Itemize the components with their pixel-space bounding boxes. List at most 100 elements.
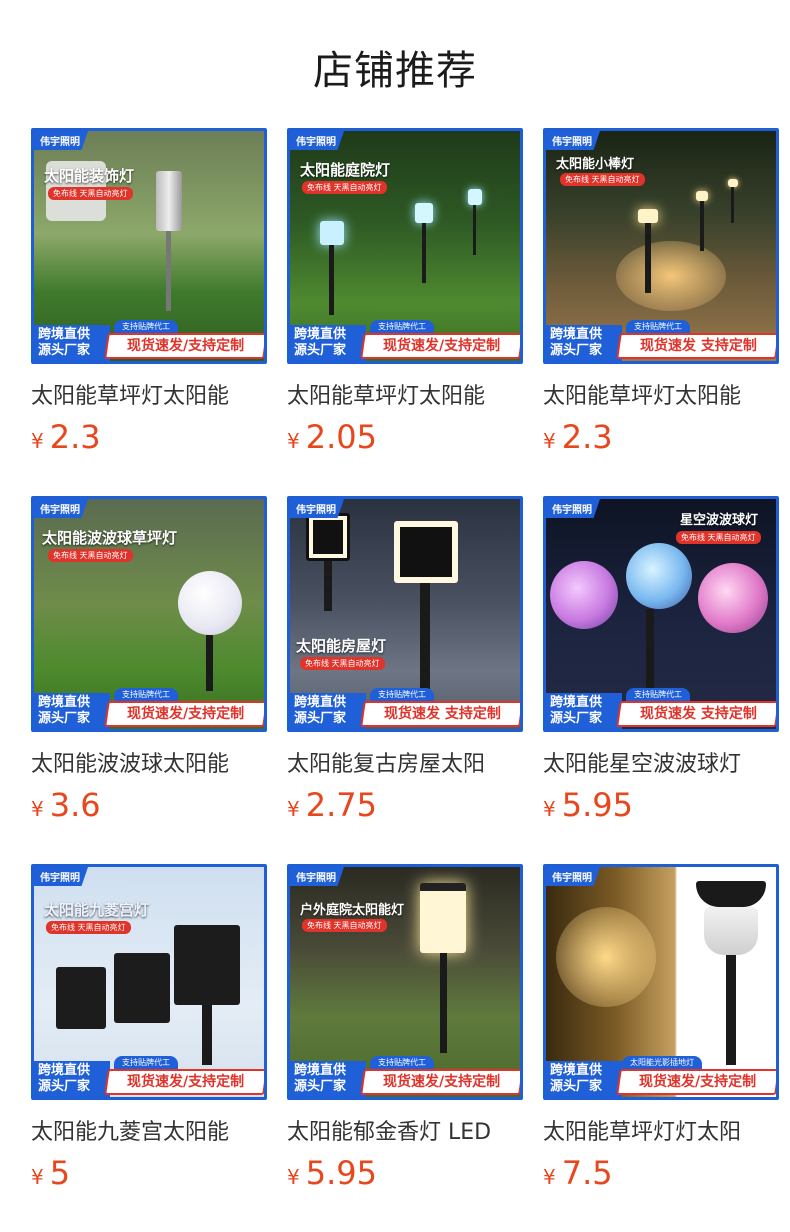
image-title: 太阳能小棒灯 [556,157,635,172]
product-image[interactable]: 伟宇照明 星空波波球灯 免布线 天黑自动亮灯 支持贴牌代工 跨境直供 源头厂家 现… [543,496,779,732]
image-subtitle: 免布线 天黑自动亮灯 [48,187,133,200]
promo-left-line1: 跨境直供 [294,695,347,710]
promo-small-label: 支持贴牌代工 [370,1056,434,1069]
product-name[interactable]: 太阳能复古房屋太阳 [287,746,523,778]
page-title: 店铺推荐 [313,48,477,94]
product-name[interactable]: 太阳能草坪灯太阳能 [31,378,267,410]
price-value: 2.3 [561,418,613,456]
promo-small-label: 支持贴牌代工 [370,320,434,333]
price-value: 2.3 [49,418,101,456]
promo-right: 现货速发 支持定制 [616,701,776,727]
promo-left: 跨境直供 源头厂家 [546,325,622,361]
promo-small-label: 支持贴牌代工 [370,688,434,701]
promo-left: 跨境直供 源头厂家 [34,1061,110,1097]
promo-left-line2: 源头厂家 [550,343,603,358]
product-name[interactable]: 太阳能郁金香灯 LED [287,1114,523,1146]
product-name[interactable]: 太阳能草坪灯太阳能 [287,378,523,410]
promo-left-line1: 跨境直供 [550,1063,603,1078]
product-card[interactable]: 伟宇照明 太阳能庭院灯 免布线 天黑自动亮灯 支持贴牌代工 跨境直供 源头厂家 现… [287,128,523,456]
image-subtitle: 免布线 天黑自动亮灯 [560,173,645,186]
promo-right: 现货速发/支持定制 [104,1069,264,1095]
promo-left-line1: 跨境直供 [294,1063,347,1078]
image-subtitle: 免布线 天黑自动亮灯 [46,921,131,934]
price-value: 2.75 [305,786,377,824]
product-price: ¥7.5 [543,1154,613,1192]
promo-right-label: 现货速发/支持定制 [383,338,501,354]
product-card[interactable]: 伟宇照明 太阳能小棒灯 免布线 天黑自动亮灯 支持贴牌代工 跨境直供 源头厂家 现… [543,128,779,456]
image-subtitle: 免布线 天黑自动亮灯 [48,549,133,562]
image-title: 太阳能九菱宫灯 [44,901,150,919]
promo-right-label: 现货速发/支持定制 [383,1074,501,1090]
product-card[interactable]: 伟宇照明 太阳能房屋灯 免布线 天黑自动亮灯 支持贴牌代工 跨境直供 源头厂家 现… [287,496,523,824]
promo-right-label: 现货速发 支持定制 [639,706,757,722]
promo-bar: 支持贴牌代工 跨境直供 源头厂家 现货速发/支持定制 [290,319,520,361]
product-card[interactable]: 伟宇照明 太阳能九菱宫灯 免布线 天黑自动亮灯 支持贴牌代工 跨境直供 源头厂家 … [31,864,267,1192]
brand-tag: 伟宇照明 [34,131,88,150]
promo-left-line2: 源头厂家 [38,343,91,358]
image-subtitle: 免布线 天黑自动亮灯 [300,657,385,670]
product-image[interactable]: 伟宇照明 太阳能光影插地灯 跨境直供 源头厂家 现货速发/支持定制 [543,864,779,1100]
promo-bar: 支持贴牌代工 跨境直供 源头厂家 现货速发 支持定制 [546,319,776,361]
promo-left-line2: 源头厂家 [38,711,91,726]
brand-tag: 伟宇照明 [546,499,600,518]
product-name[interactable]: 太阳能波波球太阳能 [31,746,267,778]
product-price: ¥5.95 [287,1154,377,1192]
image-subtitle: 免布线 天黑自动亮灯 [302,181,387,194]
promo-left: 跨境直供 源头厂家 [34,693,110,729]
brand-tag: 伟宇照明 [290,131,344,150]
product-name[interactable]: 太阳能草坪灯灯太阳 [543,1114,779,1146]
promo-left-line1: 跨境直供 [550,695,603,710]
product-name[interactable]: 太阳能星空波波球灯 [543,746,779,778]
price-value: 5.95 [305,1154,377,1192]
promo-left: 跨境直供 源头厂家 [290,1061,366,1097]
brand-tag: 伟宇照明 [290,867,344,886]
promo-right: 现货速发/支持定制 [616,1069,776,1095]
promo-right-label: 现货速发 支持定制 [383,706,501,722]
product-card[interactable]: 伟宇照明 太阳能装饰灯 免布线 天黑自动亮灯 支持贴牌代工 跨境直供 源头厂家 现… [31,128,267,456]
currency-symbol: ¥ [31,1165,44,1189]
promo-left: 跨境直供 源头厂家 [290,325,366,361]
brand-tag: 伟宇照明 [546,867,600,886]
image-subtitle: 免布线 天黑自动亮灯 [676,531,761,544]
promo-left-line2: 源头厂家 [38,1079,91,1094]
promo-bar: 支持贴牌代工 跨境直供 源头厂家 现货速发/支持定制 [34,687,264,729]
price-value: 2.05 [305,418,377,456]
promo-right: 现货速发 支持定制 [360,701,520,727]
brand-tag: 伟宇照明 [546,131,600,150]
promo-bar: 支持贴牌代工 跨境直供 源头厂家 现货速发 支持定制 [546,687,776,729]
product-card[interactable]: 伟宇照明 户外庭院太阳能灯 免布线 天黑自动亮灯 支持贴牌代工 跨境直供 源头厂家… [287,864,523,1192]
product-name[interactable]: 太阳能草坪灯太阳能 [543,378,779,410]
product-price: ¥2.75 [287,786,377,824]
promo-small-label: 支持贴牌代工 [114,320,178,333]
promo-right: 现货速发/支持定制 [360,333,520,359]
promo-right-label: 现货速发/支持定制 [127,1074,245,1090]
product-card[interactable]: 伟宇照明 星空波波球灯 免布线 天黑自动亮灯 支持贴牌代工 跨境直供 源头厂家 现… [543,496,779,824]
promo-left: 跨境直供 源头厂家 [290,693,366,729]
image-title: 太阳能房屋灯 [296,637,387,655]
promo-right-label: 现货速发/支持定制 [127,338,245,354]
product-image[interactable]: 伟宇照明 太阳能波波球草坪灯 免布线 天黑自动亮灯 支持贴牌代工 跨境直供 源头厂… [31,496,267,732]
promo-left: 跨境直供 源头厂家 [546,693,622,729]
promo-left-line1: 跨境直供 [38,695,91,710]
product-image[interactable]: 伟宇照明 太阳能九菱宫灯 免布线 天黑自动亮灯 支持贴牌代工 跨境直供 源头厂家 … [31,864,267,1100]
product-image[interactable]: 伟宇照明 太阳能小棒灯 免布线 天黑自动亮灯 支持贴牌代工 跨境直供 源头厂家 现… [543,128,779,364]
promo-left-line2: 源头厂家 [294,343,347,358]
brand-tag: 伟宇照明 [34,867,88,886]
promo-small-label: 支持贴牌代工 [114,688,178,701]
promo-small-label: 支持贴牌代工 [114,1056,178,1069]
image-title: 星空波波球灯 [680,513,759,528]
promo-right: 现货速发/支持定制 [360,1069,520,1095]
promo-right-label: 现货速发/支持定制 [127,706,245,722]
product-card[interactable]: 伟宇照明 太阳能波波球草坪灯 免布线 天黑自动亮灯 支持贴牌代工 跨境直供 源头厂… [31,496,267,824]
promo-right: 现货速发/支持定制 [104,333,264,359]
product-card[interactable]: 伟宇照明 太阳能光影插地灯 跨境直供 源头厂家 现货速发/支持定制 太阳能草坪灯灯… [543,864,779,1192]
brand-tag: 伟宇照明 [34,499,88,518]
product-image[interactable]: 伟宇照明 太阳能装饰灯 免布线 天黑自动亮灯 支持贴牌代工 跨境直供 源头厂家 现… [31,128,267,364]
promo-bar: 支持贴牌代工 跨境直供 源头厂家 现货速发/支持定制 [34,1055,264,1097]
product-name[interactable]: 太阳能九菱宫太阳能 [31,1114,267,1146]
promo-left-line2: 源头厂家 [294,1079,347,1094]
promo-left-line1: 跨境直供 [38,1063,91,1078]
product-image[interactable]: 伟宇照明 太阳能庭院灯 免布线 天黑自动亮灯 支持贴牌代工 跨境直供 源头厂家 现… [287,128,523,364]
product-image[interactable]: 伟宇照明 太阳能房屋灯 免布线 天黑自动亮灯 支持贴牌代工 跨境直供 源头厂家 现… [287,496,523,732]
product-image[interactable]: 伟宇照明 户外庭院太阳能灯 免布线 天黑自动亮灯 支持贴牌代工 跨境直供 源头厂家… [287,864,523,1100]
